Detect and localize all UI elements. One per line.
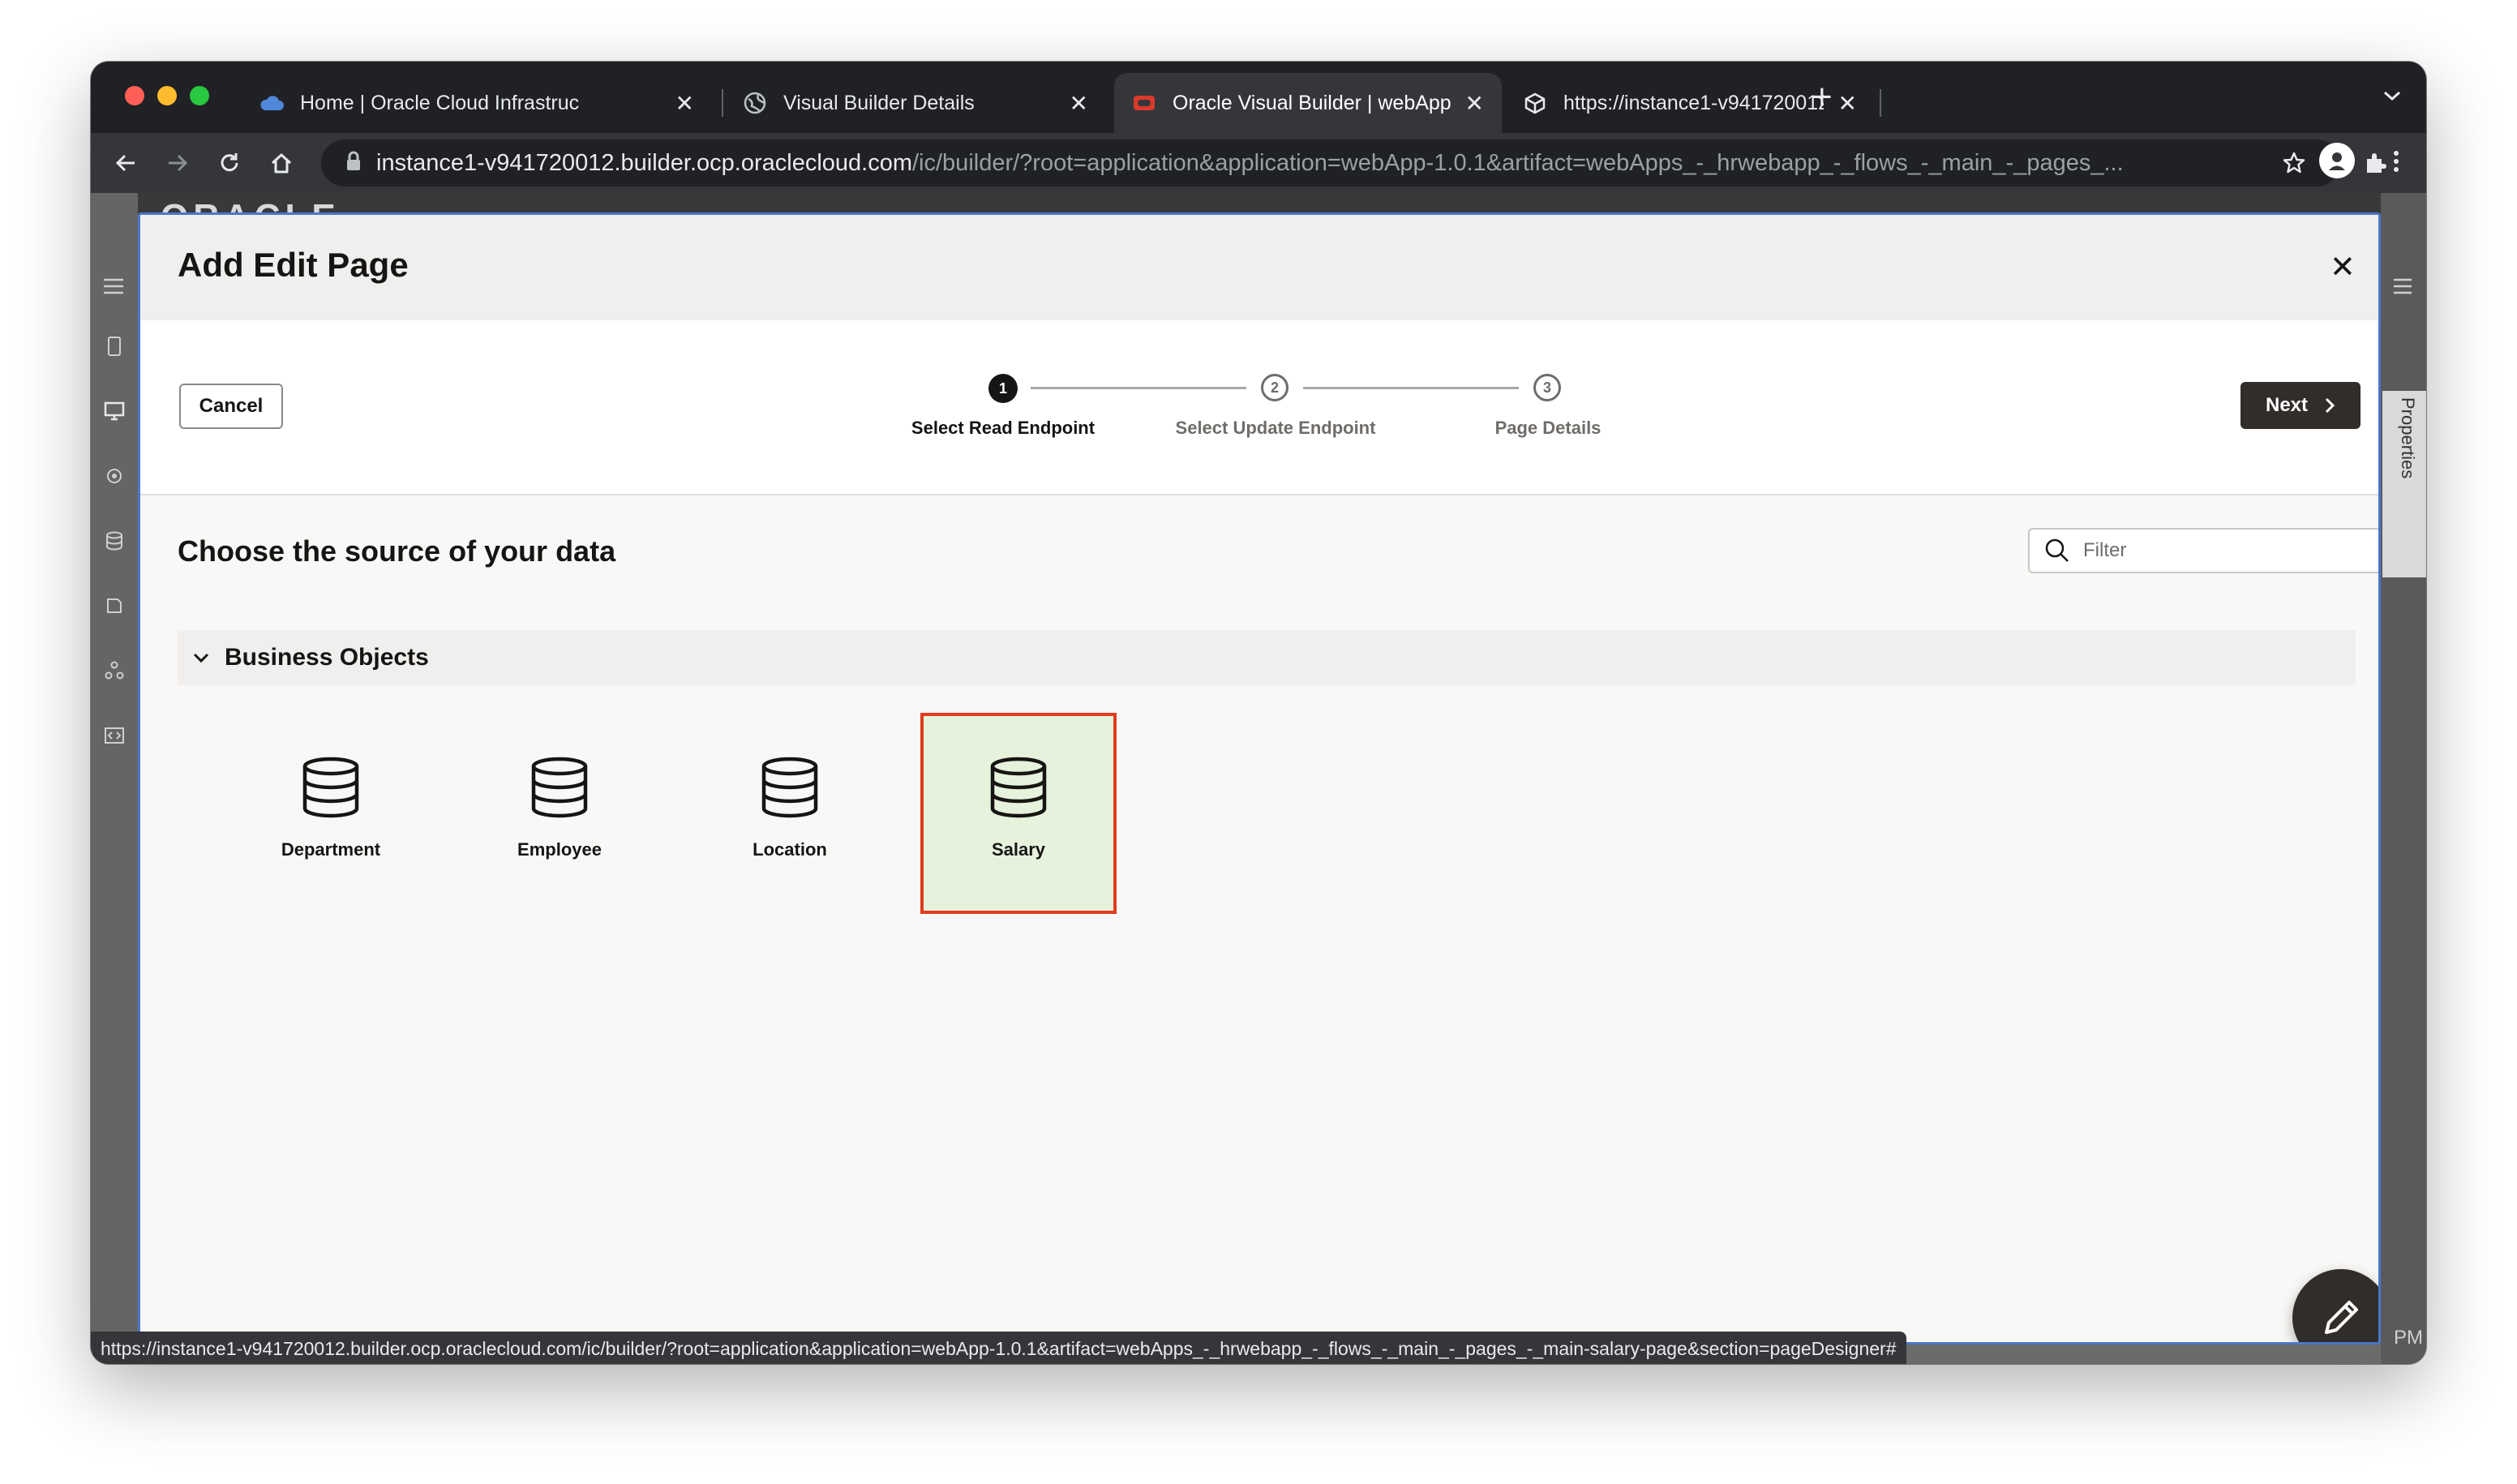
search-icon: [2045, 538, 2069, 562]
web-apps-icon[interactable]: [104, 401, 125, 422]
tab-title: https://instance1-v941720012.: [1563, 91, 1824, 114]
database-icon: [990, 757, 1047, 818]
wizard-train: Cancel 1 2 3 Select Read Endpoint Select…: [140, 320, 2378, 495]
close-tab-icon[interactable]: ✕: [675, 90, 694, 117]
left-navigator: [91, 193, 138, 1364]
train-connector: [1031, 387, 1246, 389]
menu-icon[interactable]: [2392, 277, 2413, 299]
step-3-indicator[interactable]: 3: [1533, 374, 1561, 401]
next-button[interactable]: Next: [2240, 382, 2360, 429]
browser-toolbar: instance1-v941720012.builder.ocp.oraclec…: [91, 133, 2426, 193]
close-tab-icon[interactable]: ✕: [1465, 90, 1484, 117]
dialog-header: Add Edit Page ✕: [140, 215, 2378, 320]
services-icon[interactable]: [104, 465, 125, 487]
lock-icon[interactable]: [345, 151, 362, 176]
more-menu-icon[interactable]: [2392, 149, 2400, 178]
maximize-window-button[interactable]: [190, 86, 209, 105]
train-connector: [1303, 387, 1519, 389]
oracle-logo: ORACLE: [161, 193, 341, 214]
bookmark-star-icon[interactable]: [2280, 149, 2308, 177]
reload-icon[interactable]: [216, 149, 243, 177]
processes-icon[interactable]: [104, 660, 125, 681]
back-arrow-icon[interactable]: [112, 149, 139, 177]
business-object-tile-department[interactable]: Department: [233, 713, 429, 914]
cancel-button[interactable]: Cancel: [179, 384, 283, 429]
cube-icon: [1523, 91, 1547, 115]
step-3-label[interactable]: Page Details: [1495, 418, 1602, 439]
business-object-tile-employee[interactable]: Employee: [461, 713, 658, 914]
dialog-content: Choose the source of your data Business …: [140, 495, 2378, 1342]
tab-strip: Home | Oracle Cloud Infrastruc ✕ Visual …: [91, 62, 2426, 133]
tab-title: Home | Oracle Cloud Infrastruc: [300, 91, 580, 114]
business-objects-icon[interactable]: [104, 530, 125, 551]
components-icon[interactable]: [104, 595, 125, 616]
database-icon: [302, 757, 359, 818]
tile-label: Employee: [517, 839, 602, 860]
oracle-icon: [1132, 91, 1156, 115]
address-bar[interactable]: instance1-v941720012.builder.ocp.oraclec…: [321, 139, 2340, 187]
profile-avatar[interactable]: [2319, 143, 2355, 178]
url-path: /ic/builder/?root=application&applicatio…: [912, 149, 2124, 176]
pencil-icon: [2325, 1301, 2358, 1334]
step-2-label[interactable]: Select Update Endpoint: [1176, 418, 1376, 439]
section-title: Choose the source of your data: [178, 534, 616, 568]
group-label: Business Objects: [225, 644, 429, 671]
close-tab-icon[interactable]: ✕: [1070, 90, 1088, 117]
add-edit-page-dialog: Add Edit Page ✕ Cancel 1 2 3 Select Read…: [138, 212, 2381, 1345]
url-host: instance1-v941720012.builder.ocp.oraclec…: [376, 149, 912, 176]
mobile-apps-icon[interactable]: [104, 336, 125, 357]
tile-label: Salary: [991, 839, 1046, 860]
tab-separator: [722, 89, 723, 117]
browser-window: Home | Oracle Cloud Infrastruc ✕ Visual …: [91, 62, 2426, 1364]
extensions-icon[interactable]: [2361, 149, 2389, 177]
dialog-title: Add Edit Page: [178, 246, 409, 284]
properties-tab-label: Properties: [2398, 397, 2418, 479]
browser-tab-vb-details[interactable]: Visual Builder Details ✕: [725, 73, 1106, 133]
forward-arrow-icon[interactable]: [164, 149, 191, 177]
business-object-tile-location[interactable]: Location: [692, 713, 888, 914]
tile-label: Department: [281, 839, 381, 860]
home-icon[interactable]: [268, 149, 295, 177]
step-1-label[interactable]: Select Read Endpoint: [911, 418, 1095, 439]
right-panel-rail: [2381, 193, 2426, 1364]
chevron-down-icon[interactable]: [2382, 89, 2402, 106]
business-object-tile-salary[interactable]: Salary: [920, 713, 1117, 914]
browser-tab-oracle-vb[interactable]: Oracle Visual Builder | webApp ✕: [1114, 73, 1502, 133]
link-status-bar: https://instance1-v941720012.builder.ocp…: [91, 1332, 1906, 1364]
close-dialog-icon[interactable]: ✕: [2330, 252, 2356, 283]
browser-tab-oci-home[interactable]: Home | Oracle Cloud Infrastruc ✕: [242, 73, 712, 133]
tab-title: Oracle Visual Builder | webApp: [1173, 91, 1451, 114]
business-objects-group-header[interactable]: Business Objects: [178, 630, 2356, 685]
source-view-icon[interactable]: [104, 725, 125, 746]
new-tab-icon[interactable]: +: [1812, 79, 1833, 115]
database-icon: [761, 757, 818, 818]
clock-fragment: PM: [2394, 1327, 2423, 1349]
filter-field[interactable]: [2028, 528, 2378, 573]
database-icon: [531, 757, 588, 818]
tab-separator: [1880, 89, 1881, 117]
globe-icon: [743, 91, 767, 115]
cloud-icon: [259, 91, 284, 115]
close-window-button[interactable]: [125, 86, 144, 105]
next-button-label: Next: [2265, 394, 2309, 416]
hamburger-icon[interactable]: [102, 277, 125, 299]
minimize-window-button[interactable]: [157, 86, 177, 105]
filter-input[interactable]: [2083, 539, 2378, 562]
tile-label: Location: [753, 839, 827, 860]
tab-title: Visual Builder Details: [783, 91, 975, 114]
step-1-indicator[interactable]: 1: [988, 374, 1018, 403]
chevron-down-icon[interactable]: [192, 651, 210, 664]
url-text: instance1-v941720012.builder.ocp.oraclec…: [376, 150, 2124, 177]
step-2-indicator[interactable]: 2: [1261, 374, 1289, 401]
close-tab-icon[interactable]: ✕: [1838, 90, 1857, 117]
chevron-right-icon: [2325, 397, 2335, 414]
